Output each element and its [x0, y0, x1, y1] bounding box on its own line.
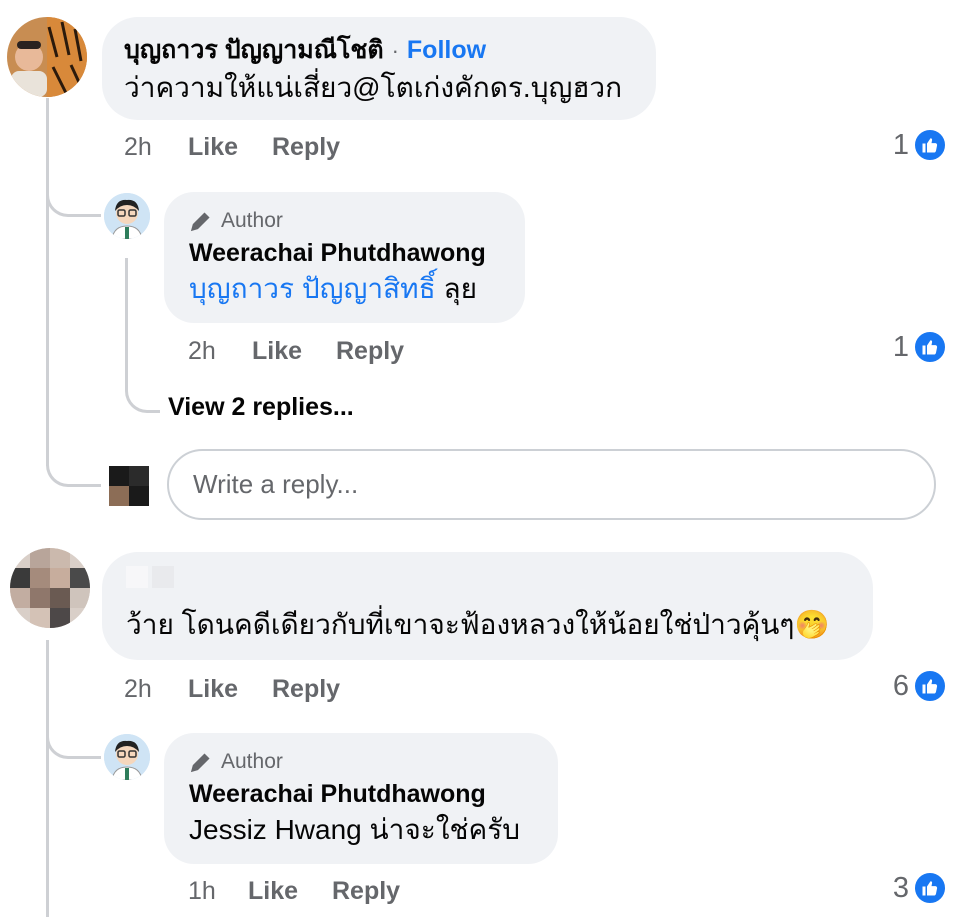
mention-link[interactable]: บุญถาวร ปัญญาสิทธิ์ [189, 273, 436, 304]
like-count: 3 [892, 871, 909, 904]
thread-branch-input [46, 440, 101, 487]
reaction-count-reply-1[interactable]: 1 [893, 330, 947, 364]
reaction-count-reply-2[interactable]: 3 [893, 871, 947, 905]
reaction-count-1[interactable]: 1 [893, 128, 947, 162]
comment-bubble-1: บุญถาวร ปัญญามณีโชติ · Follow ว่าความให้… [102, 17, 656, 120]
comment-text: ว้าย โดนคดีเดียวกับที่เขาจะฟ้องหลวงให้น้… [126, 608, 873, 642]
reply-button[interactable]: Reply [272, 132, 340, 162]
hand-over-mouth-emoji: 🤭 [794, 609, 830, 640]
reply-button[interactable]: Reply [332, 876, 400, 906]
thread-branch-reply2 [46, 700, 101, 759]
commenter-avatar-blurred[interactable] [10, 548, 90, 628]
timestamp[interactable]: 1h [188, 876, 248, 906]
reply-text-body: ลุย [435, 273, 478, 304]
reply-text: บุญถาวร ปัญญาสิทธิ์ ลุย [189, 272, 525, 306]
author-avatar[interactable] [104, 193, 150, 239]
comment-actions-1: 2h Like Reply [124, 132, 340, 162]
like-count: 6 [892, 669, 909, 702]
follow-link[interactable]: Follow [407, 35, 486, 65]
timestamp[interactable]: 2h [124, 132, 188, 162]
reply-actions-1: 2h Like Reply [188, 336, 404, 366]
view-more-replies-link[interactable]: View 2 replies... [168, 393, 354, 422]
thumbs-up-icon [913, 871, 947, 905]
like-button[interactable]: Like [188, 132, 272, 162]
like-count: 1 [892, 330, 909, 363]
comment-actions-2: 2h Like Reply [124, 674, 340, 704]
author-badge: Author [221, 209, 283, 232]
thumbs-up-icon [913, 669, 947, 703]
thread-branch-view-replies [125, 258, 160, 413]
timestamp[interactable]: 2h [188, 336, 252, 366]
thread-branch-reply1 [46, 160, 101, 217]
author-badge: Author [221, 750, 283, 773]
reply-button[interactable]: Reply [336, 336, 404, 366]
comment-text-body: ว้าย โดนคดีเดียวกับที่เขาจะฟ้องหลวงให้น้… [126, 609, 795, 640]
reply-bubble-2: Author Weerachai Phutdhawong Jessiz Hwan… [164, 733, 558, 864]
reply-text: Jessiz Hwang น่าจะใช่ครับ [189, 814, 521, 845]
reply-author-name[interactable]: Weerachai Phutdhawong [189, 779, 558, 809]
pen-icon [189, 750, 213, 774]
like-button[interactable]: Like [252, 336, 336, 366]
reply-input[interactable]: Write a reply... [167, 449, 936, 520]
thread-line-1 [46, 98, 49, 466]
separator-dot: · [391, 38, 399, 63]
reply-bubble-1: Author Weerachai Phutdhawong บุญถาวร ปัญ… [164, 192, 525, 323]
thread-line-2 [46, 640, 49, 917]
like-button[interactable]: Like [188, 674, 272, 704]
comment-author-name[interactable]: บุญถาวร ปัญญามณีโชติ [124, 35, 384, 65]
reply-input-placeholder: Write a reply... [193, 469, 359, 499]
author-name-redacted [126, 566, 196, 588]
reply-actions-2: 1h Like Reply [188, 876, 400, 906]
reply-author-name[interactable]: Weerachai Phutdhawong [189, 238, 525, 268]
comment-text: ว่าความให้แน่เสี่ยว@โตเก่งคักดร.บุญฮวก [124, 72, 623, 103]
reaction-count-2[interactable]: 6 [893, 669, 947, 703]
comment-bubble-2: ว้าย โดนคดีเดียวกับที่เขาจะฟ้องหลวงให้น้… [102, 552, 873, 660]
current-user-avatar [109, 466, 149, 506]
timestamp[interactable]: 2h [124, 674, 188, 704]
commenter-avatar-tiger[interactable] [7, 17, 87, 97]
like-count: 1 [892, 128, 909, 161]
like-button[interactable]: Like [248, 876, 332, 906]
thumbs-up-icon [913, 330, 947, 364]
pen-icon [189, 209, 213, 233]
thumbs-up-icon [913, 128, 947, 162]
reply-button[interactable]: Reply [272, 674, 340, 704]
author-avatar[interactable] [104, 734, 150, 780]
